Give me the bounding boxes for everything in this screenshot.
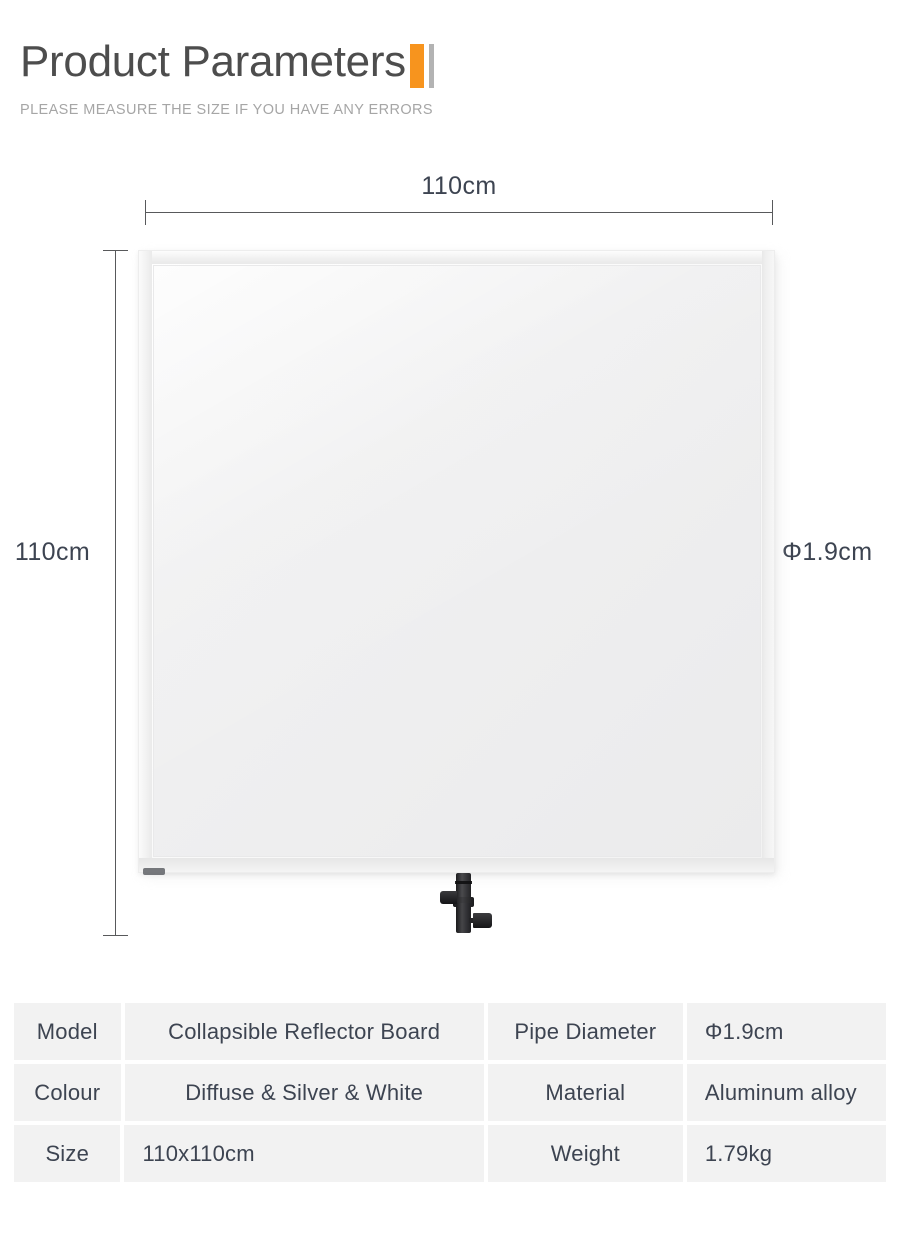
dimension-width-cap-right bbox=[772, 200, 773, 225]
table-row: Size 110x110cm Weight 1.79kg bbox=[14, 1125, 886, 1182]
title-accent-bars bbox=[409, 44, 434, 88]
dimension-width-line bbox=[145, 212, 773, 213]
dimension-width-cap-left bbox=[145, 200, 146, 225]
specifications-table: Model Collapsible Reflector Board Pipe D… bbox=[14, 1003, 887, 1182]
frame-bevel-left bbox=[139, 251, 152, 872]
accent-bar-orange-icon bbox=[409, 44, 424, 88]
spec-value-size: 110x110cm bbox=[124, 1125, 484, 1182]
bracket-upper-tube bbox=[456, 873, 471, 900]
spec-value-weight: 1.79kg bbox=[686, 1125, 886, 1182]
table-row: Colour Diffuse & Silver & White Material… bbox=[14, 1064, 887, 1121]
dimension-height-line bbox=[115, 250, 116, 935]
spec-label-material: Material bbox=[487, 1064, 683, 1121]
dimension-height-cap-top bbox=[103, 250, 128, 251]
frame-corner-fitting bbox=[143, 868, 165, 875]
spec-label-pipe-diameter: Pipe Diameter bbox=[487, 1003, 683, 1060]
spec-value-pipe-diameter: Φ1.9cm bbox=[686, 1003, 887, 1060]
bracket-collar-ring bbox=[455, 881, 472, 884]
panel-light-sheen bbox=[154, 266, 760, 856]
frame-bevel-top bbox=[139, 251, 774, 264]
frame-bevel-right bbox=[762, 251, 774, 872]
mounting-bracket bbox=[440, 873, 500, 935]
dimension-height-label: 110cm bbox=[14, 538, 91, 566]
spec-label-weight: Weight bbox=[487, 1125, 683, 1182]
spec-label-colour: Colour bbox=[14, 1064, 121, 1121]
bracket-knob-left bbox=[440, 891, 457, 904]
accent-bar-gray-icon bbox=[428, 44, 434, 88]
product-diagram: 110cm 110cm Φ1.9cm bbox=[0, 160, 900, 970]
bracket-knob-right bbox=[473, 913, 492, 928]
page-header: Product Parameters PLEASE MEASURE THE SI… bbox=[20, 40, 880, 118]
panel-diffuse-surface bbox=[153, 265, 761, 857]
pipe-diameter-callout-label: Φ1.9cm bbox=[782, 538, 873, 566]
page-subtitle: PLEASE MEASURE THE SIZE IF YOU HAVE ANY … bbox=[20, 102, 433, 118]
frame-bevel-bottom bbox=[139, 858, 774, 872]
spec-value-model: Collapsible Reflector Board bbox=[124, 1003, 484, 1060]
panel-aluminum-frame bbox=[138, 250, 775, 875]
spec-label-size: Size bbox=[14, 1125, 121, 1182]
title-row: Product Parameters bbox=[20, 40, 880, 88]
spec-value-material: Aluminum alloy bbox=[686, 1064, 887, 1121]
spec-value-colour: Diffuse & Silver & White bbox=[124, 1064, 484, 1121]
reflector-panel bbox=[138, 250, 778, 876]
page-title: Product Parameters bbox=[20, 37, 406, 86]
dimension-width-label: 110cm bbox=[421, 172, 497, 200]
table-row: Model Collapsible Reflector Board Pipe D… bbox=[14, 1003, 887, 1060]
spec-label-model: Model bbox=[14, 1003, 121, 1060]
dimension-height-cap-bottom bbox=[103, 935, 128, 936]
